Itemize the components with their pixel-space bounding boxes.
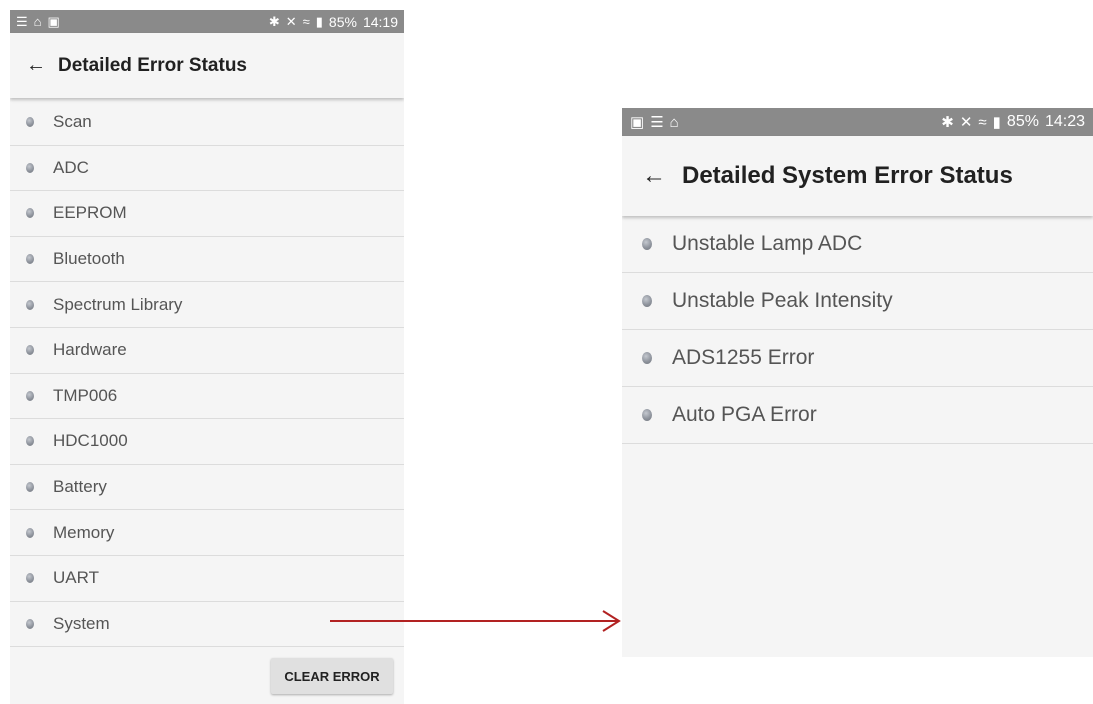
navigation-arrow-icon [330, 610, 621, 632]
page-title: Detailed System Error Status [682, 162, 1013, 189]
app-bar: ← Detailed System Error Status [622, 136, 1093, 216]
app-bar: ← Detailed Error Status [10, 33, 404, 98]
back-arrow-icon[interactable]: ← [26, 54, 58, 77]
page-title: Detailed Error Status [58, 54, 247, 76]
back-arrow-icon[interactable]: ← [642, 162, 682, 190]
